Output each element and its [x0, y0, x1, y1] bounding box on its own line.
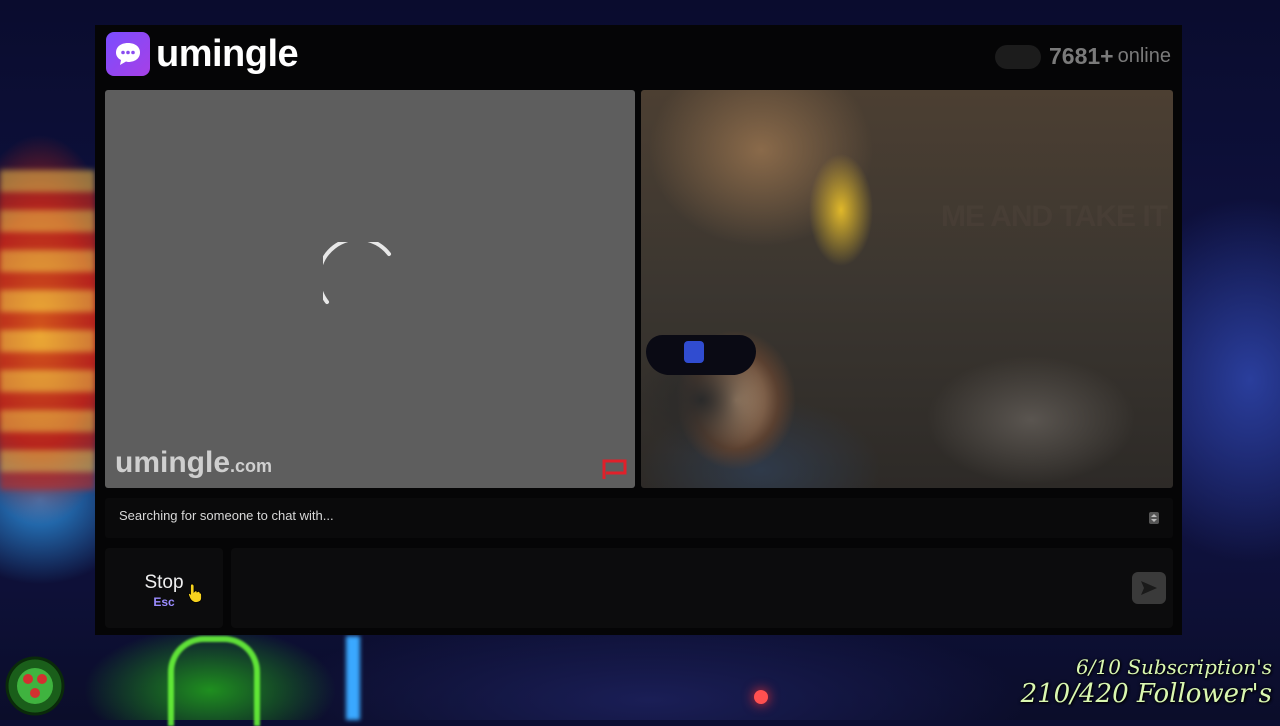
umingle-watermark: umingle.com: [115, 446, 272, 480]
neon-blue-light: [346, 636, 360, 720]
send-button[interactable]: [1132, 572, 1166, 604]
send-arrow-icon: [1141, 581, 1157, 595]
online-toggle[interactable]: [995, 44, 1041, 69]
neon-green-light: [168, 636, 260, 726]
stop-label: Stop: [144, 572, 184, 593]
loading-spinner-icon: [323, 242, 391, 304]
chat-input[interactable]: [231, 548, 1173, 628]
follower-goal: 210/420 Follower's: [1020, 679, 1272, 709]
remote-video: umingle.com: [105, 90, 635, 488]
online-indicator: 7681+ online: [995, 43, 1171, 70]
report-flag-icon[interactable]: [601, 458, 629, 480]
logo-text: umingle: [156, 32, 299, 75]
self-video: ME AND TAKE IT: [641, 90, 1173, 488]
wall-banner-text: ME AND TAKE IT: [941, 200, 1168, 233]
online-count: 7681+: [1049, 43, 1114, 69]
red-light: [754, 690, 768, 704]
stream-goals: 6/10 Subscription's 210/420 Follower's: [1021, 655, 1272, 709]
chat-bubble-icon: [106, 32, 150, 76]
hand-pointer-icon: [188, 583, 202, 603]
umingle-window: umingle 7681+ online umingle.com ME AND …: [95, 25, 1182, 635]
stop-button[interactable]: Stop Esc: [105, 548, 223, 628]
stop-shortcut: Esc: [153, 595, 175, 609]
logo[interactable]: umingle: [106, 32, 299, 76]
green-badge-icon: [5, 656, 65, 716]
subscription-goal: 6/10 Subscription's: [1076, 655, 1272, 679]
chat-log: Searching for someone to chat with...: [105, 498, 1173, 538]
status-message: Searching for someone to chat with...: [119, 508, 334, 523]
watermark-tld: .com: [230, 456, 273, 476]
person-sunglasses: [646, 335, 756, 375]
watermark-main: umingle: [115, 446, 231, 479]
scroll-arrows-icon[interactable]: [1149, 512, 1159, 524]
online-label: online: [1117, 45, 1171, 67]
neon-sign: [0, 170, 95, 490]
